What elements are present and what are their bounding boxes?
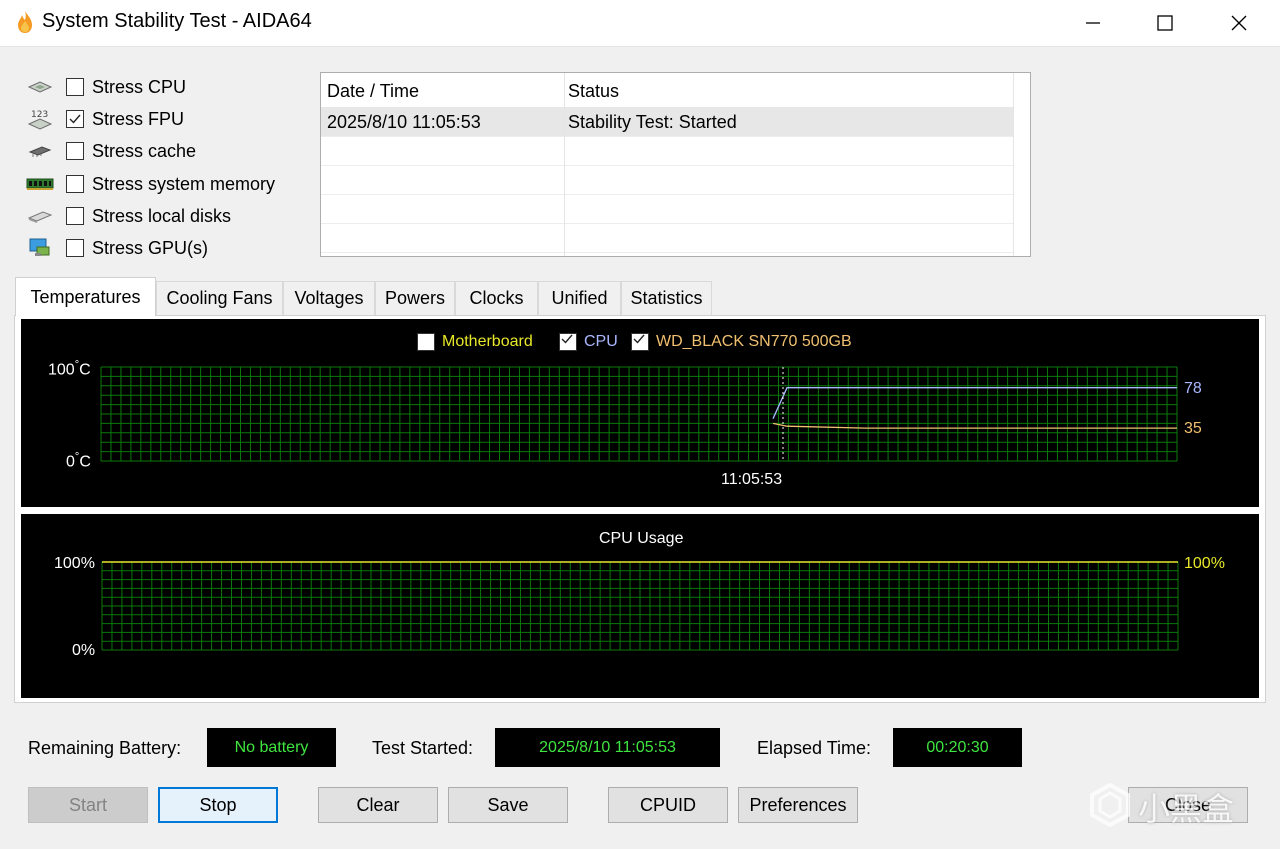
cache-chip-icon <box>26 140 54 162</box>
tab-clocks[interactable]: Clocks <box>455 281 538 315</box>
table-row-empty <box>321 223 1014 253</box>
tab-voltages[interactable]: Voltages <box>283 281 375 315</box>
watermark-text: 小黑盒 <box>1138 790 1235 828</box>
event-log-table[interactable]: Date / Time Status 2025/8/10 11:05:53 St… <box>320 72 1031 257</box>
cpu-usage-y-max-label: 100% <box>54 555 95 572</box>
fpu-123-icon: 123 <box>26 108 54 130</box>
stress-cache-label: Stress cache <box>92 140 197 161</box>
stress-memory-option[interactable]: Stress system memory <box>26 170 275 198</box>
test-started-value: 2025/8/10 11:05:53 <box>495 728 720 767</box>
legend-cpu-checkbox[interactable] <box>559 333 577 351</box>
column-divider <box>1013 73 1014 256</box>
cpu-current-temp: 78 <box>1184 380 1202 397</box>
stop-button[interactable]: Stop <box>158 787 278 823</box>
cpu-usage-current: 100% <box>1184 555 1225 572</box>
window-title: System Stability Test - AIDA64 <box>42 10 312 32</box>
stress-fpu-checkbox[interactable] <box>66 110 84 128</box>
checkmark-icon <box>561 334 573 344</box>
log-datetime-cell: 2025/8/10 11:05:53 <box>327 112 481 132</box>
cpuid-button[interactable]: CPUID <box>608 787 728 823</box>
stress-fpu-option[interactable]: 123 Stress FPU <box>26 105 184 133</box>
preferences-button[interactable]: Preferences <box>738 787 858 823</box>
ssd-current-temp: 35 <box>1184 420 1202 437</box>
legend-cpu[interactable]: CPU <box>559 331 618 353</box>
cpu-chip-icon <box>26 76 54 98</box>
tab-cooling-fans[interactable]: Cooling Fans <box>156 281 283 315</box>
tab-temperatures[interactable]: Temperatures <box>15 277 156 316</box>
tab-statistics[interactable]: Statistics <box>621 281 712 315</box>
stress-disks-option[interactable]: Stress local disks <box>26 202 231 230</box>
battery-label: Remaining Battery: <box>28 738 182 758</box>
log-status-cell: Stability Test: Started <box>568 112 737 132</box>
minimize-icon <box>1086 22 1100 24</box>
stress-gpu-checkbox[interactable] <box>66 239 84 257</box>
stress-fpu-label: Stress FPU <box>92 108 185 129</box>
legend-ssd-label: WD_BLACK SN770 500GB <box>656 333 852 350</box>
table-row-empty <box>321 136 1014 166</box>
legend-ssd[interactable]: WD_BLACK SN770 500GB <box>631 331 852 353</box>
gpu-monitor-icon <box>26 237 54 259</box>
tab-unified[interactable]: Unified <box>538 281 621 315</box>
stress-cache-checkbox[interactable] <box>66 142 84 160</box>
cpu-usage-title: CPU Usage <box>599 530 684 547</box>
test-started-label: Test Started: <box>372 738 474 758</box>
stress-gpu-option[interactable]: Stress GPU(s) <box>26 234 208 262</box>
clear-button[interactable]: Clear <box>318 787 438 823</box>
column-divider <box>564 73 565 256</box>
cpu-usage-y-min-label: 0% <box>72 642 96 659</box>
stress-cpu-option[interactable]: Stress CPU <box>26 73 186 101</box>
svg-text:123: 123 <box>31 110 48 120</box>
legend-motherboard-label: Motherboard <box>442 333 533 350</box>
start-button[interactable]: Start <box>28 787 148 823</box>
memory-module-icon <box>26 173 54 195</box>
column-header-status[interactable]: Status <box>568 81 619 102</box>
tab-powers[interactable]: Powers <box>375 281 455 315</box>
stress-disks-checkbox[interactable] <box>66 207 84 225</box>
close-window-button[interactable] <box>1210 0 1268 46</box>
temperature-graph: Motherboard CPU WD_BLACK SN770 500GB 100… <box>21 319 1259 507</box>
checkmark-icon <box>633 334 645 344</box>
legend-ssd-checkbox[interactable] <box>631 333 649 351</box>
log-header: Date / Time Status <box>321 73 1014 108</box>
table-row[interactable]: 2025/8/10 11:05:53 Stability Test: Start… <box>321 107 1014 137</box>
table-row-empty <box>321 165 1014 195</box>
battery-value: No battery <box>207 728 336 767</box>
graph-grid <box>101 561 1179 651</box>
stress-cpu-label: Stress CPU <box>92 76 187 97</box>
legend-motherboard[interactable]: Motherboard <box>417 331 533 353</box>
aida64-flame-icon <box>18 11 32 33</box>
stress-memory-label: Stress system memory <box>92 173 276 194</box>
save-button[interactable]: Save <box>448 787 568 823</box>
series-line-ssd <box>772 422 1177 429</box>
elapsed-time-value: 00:20:30 <box>893 728 1022 767</box>
temp-y-min-label: 0°C <box>66 451 91 471</box>
close-icon <box>1231 15 1247 31</box>
stress-memory-checkbox[interactable] <box>66 175 84 193</box>
legend-motherboard-checkbox[interactable] <box>417 333 435 351</box>
disk-drive-icon <box>26 205 54 227</box>
graph-grid <box>100 366 1178 462</box>
maximize-button[interactable] <box>1136 0 1194 46</box>
title-bar: System Stability Test - AIDA64 <box>0 0 1280 47</box>
minimize-button[interactable] <box>1064 0 1122 46</box>
watermark: 小黑盒 <box>1088 780 1248 830</box>
checkmark-icon <box>69 114 81 124</box>
elapsed-time-label: Elapsed Time: <box>757 738 872 758</box>
temp-y-max-label: 100°C <box>48 359 91 379</box>
legend-cpu-label: CPU <box>584 333 618 350</box>
temp-time-label: 11:05:53 <box>721 471 783 488</box>
stress-gpu-label: Stress GPU(s) <box>92 237 209 258</box>
maximize-icon <box>1157 15 1173 31</box>
table-row-empty <box>321 194 1014 224</box>
stress-cpu-checkbox[interactable] <box>66 78 84 96</box>
stress-cache-option[interactable]: Stress cache <box>26 137 196 165</box>
column-header-datetime[interactable]: Date / Time <box>327 81 419 102</box>
watermark-logo-icon <box>1090 783 1130 827</box>
cpu-usage-graph: CPU Usage 100% 0% 100% <box>21 514 1259 698</box>
stress-disks-label: Stress local disks <box>92 205 232 226</box>
